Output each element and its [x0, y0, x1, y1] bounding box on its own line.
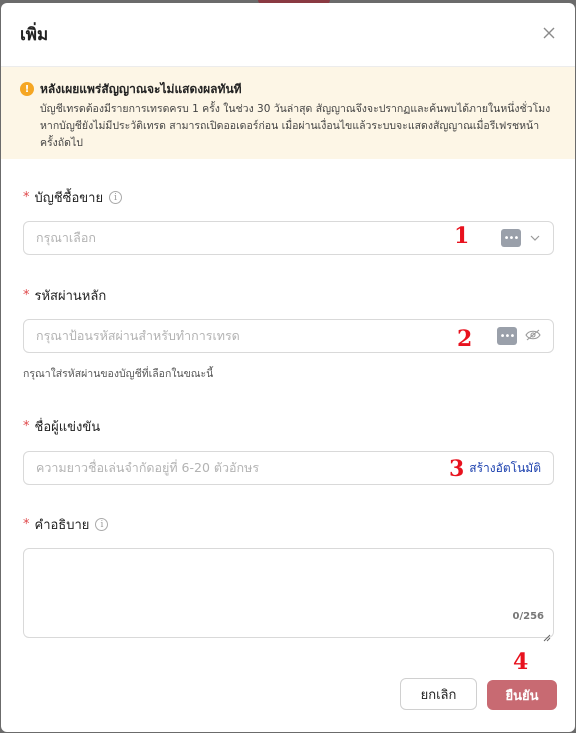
- cancel-button[interactable]: ยกเลิก: [400, 678, 477, 710]
- alert-line-2: หากบัญชียังไม่มีประวัติเทรด สามารถเปิดออ…: [40, 120, 540, 132]
- contestant-placeholder: ความยาวชื่อเล่นจำกัดอยู่ที่ 6-20 ตัวอักษ…: [36, 460, 260, 475]
- confirm-button[interactable]: ยืนยัน: [487, 680, 557, 710]
- password-field: * รหัสผ่านหลัก: [23, 285, 554, 306]
- dialog-title: เพิ่ม: [20, 25, 49, 45]
- step-badge-2: 2: [457, 326, 473, 352]
- info-icon[interactable]: i: [95, 518, 109, 531]
- required-marker: *: [23, 419, 30, 434]
- step-badge-1: 1: [454, 223, 470, 249]
- alert-title: หลังเผยแพร่สัญญาณจะไม่แสดงผลทันที: [40, 82, 242, 96]
- contestant-field: * ชื่อผู้แข่งขัน: [23, 416, 554, 437]
- account-label: * บัญชีซื้อขาย i: [23, 187, 554, 208]
- alert-line-1: บัญชีเทรดต้องมีรายการเทรดครบ 1 ครั้ง ในช…: [40, 103, 551, 115]
- required-marker: *: [23, 190, 30, 205]
- resize-handle-icon[interactable]: [543, 627, 551, 642]
- password-label: * รหัสผ่านหลัก: [23, 288, 107, 304]
- auto-generate-link[interactable]: สร้างอัตโนมัติ: [469, 459, 541, 478]
- chevron-down-icon: [529, 229, 541, 248]
- warning-icon: !: [20, 82, 34, 96]
- step-badge-3: 3: [449, 456, 465, 482]
- step-badge-4: 4: [513, 649, 529, 675]
- password-input[interactable]: กรุณาป้อนรหัสผ่านสำหรับทำการเทรด •••: [23, 319, 554, 353]
- alert-text: บัญชีเทรดต้องมีรายการเทรดครบ 1 ครั้ง ในช…: [40, 101, 550, 152]
- alert-line-3: ครั้งถัดไป: [40, 137, 83, 149]
- eye-off-icon[interactable]: [525, 327, 541, 346]
- contestant-input[interactable]: ความยาวชื่อเล่นจำกัดอยู่ที่ 6-20 ตัวอักษ…: [23, 451, 554, 485]
- account-placeholder: กรุณาเลือก: [36, 230, 96, 245]
- description-textarea[interactable]: 0/256: [23, 548, 554, 642]
- password-manager-icon[interactable]: •••: [497, 327, 517, 345]
- close-icon[interactable]: [537, 21, 561, 45]
- password-manager-icon[interactable]: •••: [501, 229, 521, 247]
- contestant-label: * ชื่อผู้แข่งขัน: [23, 419, 101, 435]
- account-field: * บัญชีซื้อขาย i: [23, 187, 554, 208]
- password-help-text: กรุณาใส่รหัสผ่านของบัญชีที่เลือกในขณะนี้: [23, 368, 214, 380]
- password-placeholder: กรุณาป้อนรหัสผ่านสำหรับทำการเทรด: [36, 328, 240, 343]
- info-icon[interactable]: i: [109, 191, 123, 204]
- required-marker: *: [23, 517, 30, 532]
- dialog-header: เพิ่ม: [1, 3, 575, 67]
- add-dialog: เพิ่ม ! หลังเผยแพร่สัญญาณจะไม่แสดงผลทันท…: [1, 3, 575, 732]
- description-label: * คำอธิบาย i: [23, 514, 554, 535]
- account-select[interactable]: กรุณาเลือก •••: [23, 221, 554, 255]
- character-counter: 0/256: [512, 611, 544, 622]
- required-marker: *: [23, 288, 30, 303]
- warning-alert: ! หลังเผยแพร่สัญญาณจะไม่แสดงผลทันที บัญช…: [1, 67, 575, 159]
- description-field: * คำอธิบาย i: [23, 514, 554, 535]
